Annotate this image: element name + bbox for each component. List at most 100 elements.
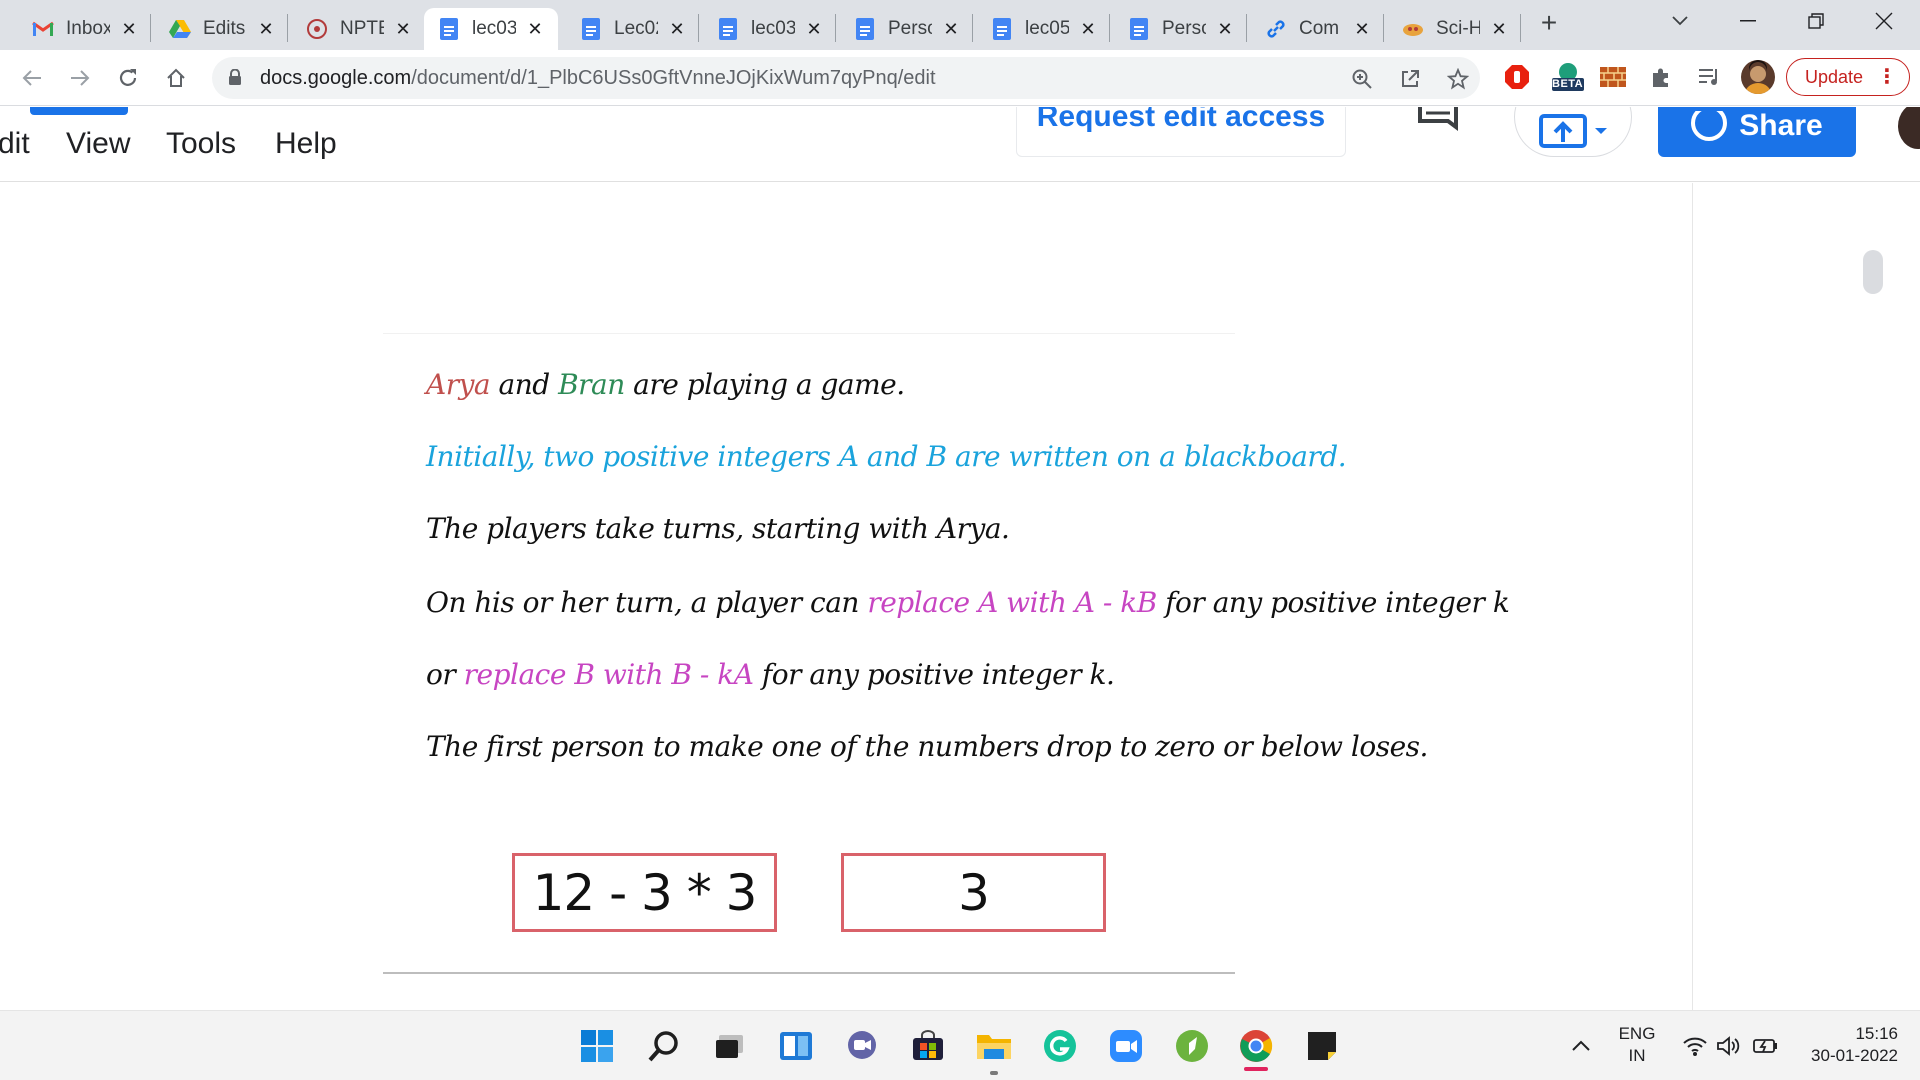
forward-icon[interactable]	[64, 62, 96, 94]
scrollbar-track[interactable]	[1692, 183, 1920, 1010]
tab-com[interactable]: Com ✕	[1251, 8, 1375, 50]
tab-separator	[287, 14, 288, 42]
account-avatar[interactable]	[1898, 107, 1920, 149]
tab-separator	[150, 14, 151, 42]
close-icon[interactable]: ✕	[255, 18, 277, 40]
browser-toolbar: docs.google.com/document/d/1_PlbC6USs0Gf…	[0, 50, 1920, 106]
text-segment: for any positive integer k.	[753, 658, 1115, 691]
tab-edits[interactable]: Edits ✕	[155, 8, 279, 50]
clock[interactable]: 15:16 30-01-2022	[1792, 1023, 1898, 1067]
windows-start-icon[interactable]	[578, 1027, 616, 1065]
tab-lec03[interactable]: lec03 ✕	[703, 8, 827, 50]
tab-lec03-active[interactable]: lec03 ✕	[424, 8, 558, 50]
text-segment: On his or her turn, a player can	[426, 586, 868, 619]
beta-extension-icon[interactable]: BETA	[1548, 62, 1588, 92]
docs-menu-highlight	[30, 107, 128, 115]
new-tab-button[interactable]: +	[1536, 9, 1562, 37]
text-segment: replace A with A - kB	[867, 586, 1157, 619]
line-3: The players take turns, starting with Ar…	[426, 512, 1010, 545]
menu-edit[interactable]: dit	[0, 127, 30, 161]
adblock-extension-icon[interactable]	[1502, 62, 1532, 92]
file-explorer-icon[interactable]	[975, 1027, 1013, 1065]
docs-header: dit View Tools Help Request edit access …	[0, 107, 1920, 182]
google-docs-icon	[717, 18, 739, 40]
nptel-icon	[306, 18, 328, 40]
app-green-icon[interactable]	[1173, 1027, 1211, 1065]
tab-perso[interactable]: Perso ✕	[840, 8, 964, 50]
text-segment: or	[426, 658, 464, 691]
zoom-icon[interactable]	[1350, 67, 1374, 91]
show-hidden-icons-icon[interactable]	[1568, 1027, 1594, 1065]
tab-perso-2[interactable]: Perso ✕	[1114, 8, 1238, 50]
sci-hub-icon	[1402, 18, 1424, 40]
tab-title: lec05	[1025, 18, 1069, 39]
google-drive-icon	[169, 18, 191, 40]
lock-icon[interactable]	[228, 68, 242, 85]
windows-taskbar: ENG IN 15:16 30-01-2022	[0, 1010, 1920, 1080]
line-2: Initially, two positive integers A and B…	[426, 440, 1347, 473]
language-line-1: ENG	[1618, 1024, 1656, 1043]
volume-icon[interactable]	[1714, 1027, 1744, 1065]
extensions-puzzle-icon[interactable]	[1646, 62, 1676, 92]
language-indicator[interactable]: ENG IN	[1614, 1023, 1660, 1067]
store-icon[interactable]	[909, 1027, 947, 1065]
search-icon[interactable]	[645, 1027, 683, 1065]
text-segment: Bran	[558, 368, 625, 401]
menu-tools[interactable]: Tools	[166, 127, 236, 161]
tab-lec05[interactable]: lec05 ✕	[977, 8, 1101, 50]
text-segment: and	[490, 368, 559, 401]
wifi-icon[interactable]	[1680, 1027, 1710, 1065]
tab-inbox[interactable]: Inbox ✕	[18, 8, 142, 50]
restore-icon[interactable]	[1796, 6, 1836, 36]
grammarly-icon[interactable]	[1041, 1027, 1079, 1065]
window-close-icon[interactable]	[1864, 6, 1904, 36]
comment-history-icon[interactable]	[1418, 107, 1460, 131]
media-playlist-icon[interactable]	[1694, 62, 1724, 92]
tab-separator	[1383, 14, 1384, 42]
menu-view[interactable]: View	[66, 127, 130, 161]
close-icon[interactable]: ✕	[1488, 18, 1510, 40]
tab-strip: Inbox ✕ Edits ✕ NPTEL ✕ lec03 ✕ Lec02 ✕	[0, 0, 1920, 50]
profile-avatar[interactable]	[1741, 60, 1775, 94]
more-vert-icon[interactable]: ⋮	[1877, 65, 1897, 89]
close-icon[interactable]: ✕	[118, 18, 140, 40]
chat-icon[interactable]	[843, 1027, 881, 1065]
address-bar[interactable]: docs.google.com/document/d/1_PlbC6USs0Gf…	[212, 57, 1480, 99]
text-segment: Arya	[426, 368, 491, 401]
close-icon[interactable]: ✕	[1214, 18, 1236, 40]
menu-help[interactable]: Help	[275, 127, 337, 161]
close-icon[interactable]: ✕	[1351, 18, 1373, 40]
update-button[interactable]: Update ⋮	[1786, 58, 1910, 96]
close-icon[interactable]: ✕	[392, 18, 414, 40]
back-icon[interactable]	[16, 62, 48, 94]
tab-title: Inbox	[66, 18, 110, 39]
chrome-icon[interactable]	[1237, 1027, 1275, 1065]
battery-icon[interactable]	[1750, 1027, 1780, 1065]
share-page-icon[interactable]	[1398, 67, 1422, 91]
request-edit-access-button[interactable]: Request edit access	[1016, 107, 1346, 157]
tab-lec02[interactable]: Lec02 ✕	[566, 8, 690, 50]
value-box-b: 3	[841, 853, 1106, 932]
text-segment: for any positive integer k	[1156, 586, 1510, 619]
close-icon[interactable]: ✕	[803, 18, 825, 40]
widgets-icon[interactable]	[777, 1027, 815, 1065]
reload-icon[interactable]	[112, 62, 144, 94]
share-button[interactable]: Share	[1658, 107, 1856, 157]
scrollbar-thumb[interactable]	[1863, 250, 1883, 294]
close-icon[interactable]: ✕	[666, 18, 688, 40]
task-view-icon[interactable]	[711, 1027, 749, 1065]
tab-sci-hub[interactable]: Sci-H ✕	[1388, 8, 1512, 50]
tab-search-icon[interactable]	[1660, 6, 1700, 36]
minimize-icon[interactable]	[1728, 6, 1768, 36]
brick-extension-icon[interactable]	[1598, 62, 1628, 92]
close-icon[interactable]: ✕	[524, 18, 546, 40]
tab-separator	[698, 14, 699, 42]
present-button[interactable]	[1514, 107, 1632, 157]
close-icon[interactable]: ✕	[1077, 18, 1099, 40]
zoom-app-icon[interactable]	[1107, 1027, 1145, 1065]
tab-nptel[interactable]: NPTEL ✕	[292, 8, 416, 50]
sticky-notes-icon[interactable]	[1303, 1027, 1341, 1065]
bookmark-star-icon[interactable]	[1446, 67, 1470, 91]
home-icon[interactable]	[160, 62, 192, 94]
close-icon[interactable]: ✕	[940, 18, 962, 40]
